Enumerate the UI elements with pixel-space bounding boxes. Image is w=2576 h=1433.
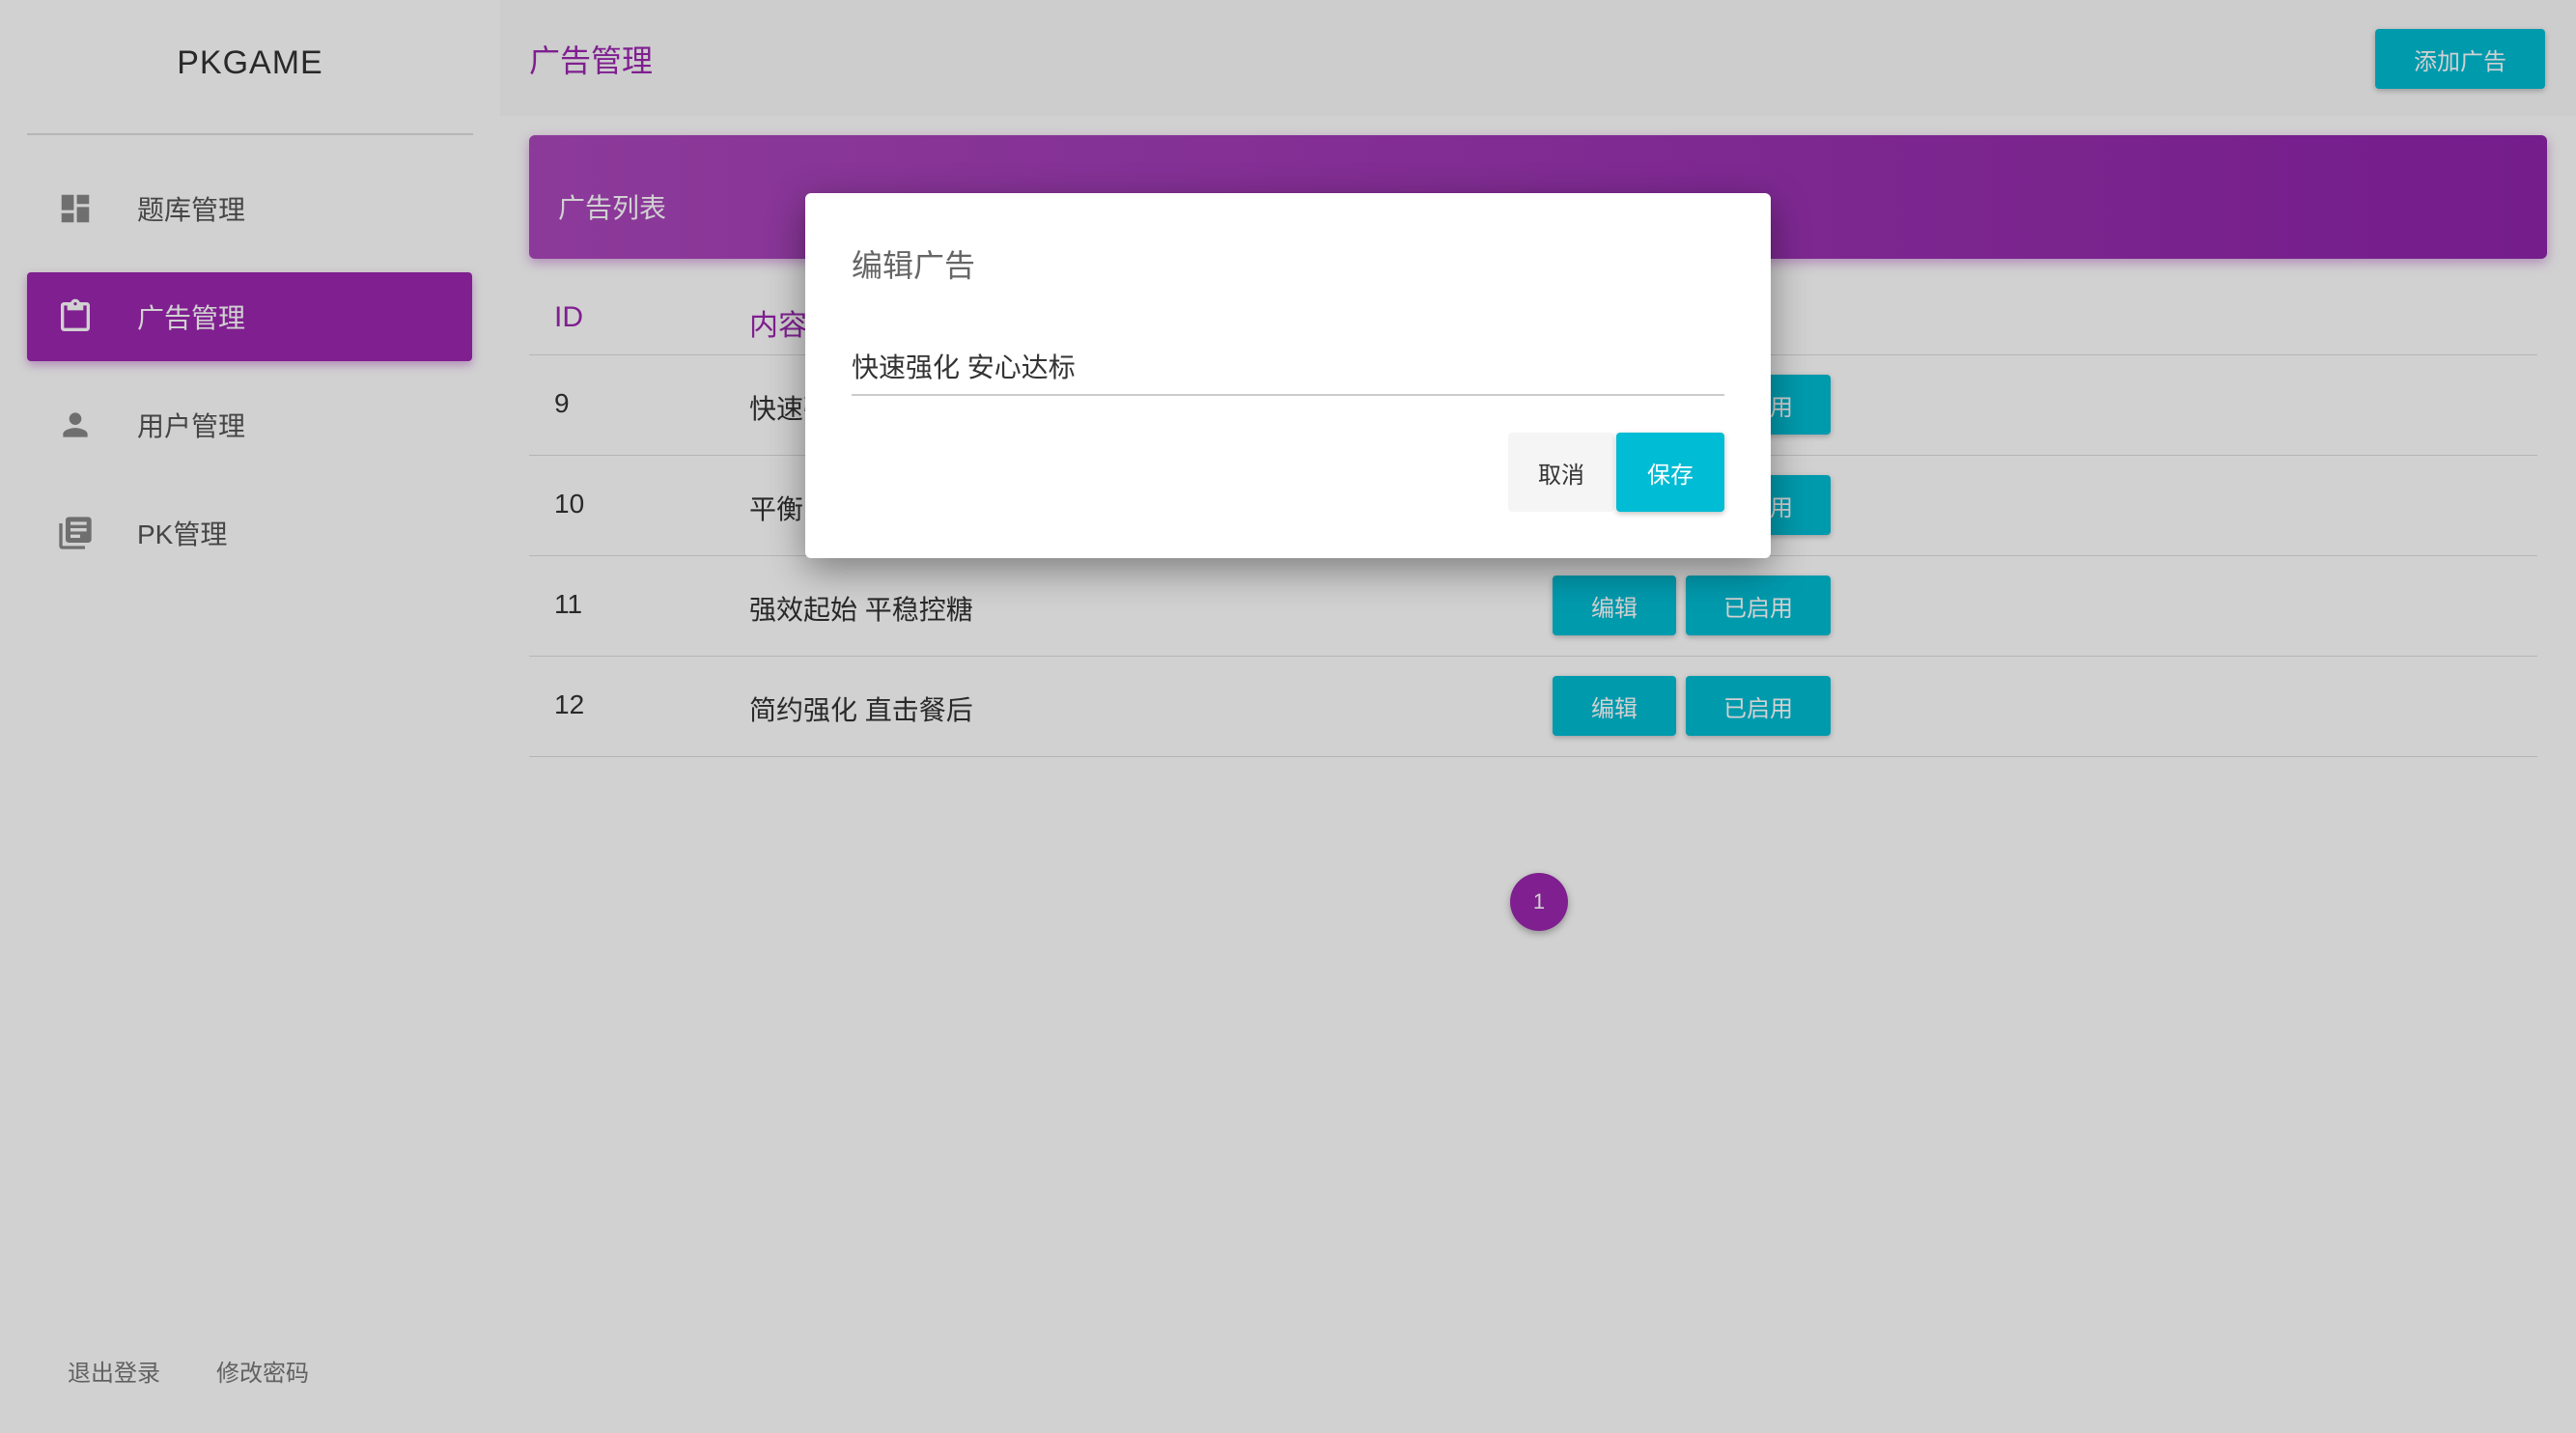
ad-content-input[interactable] [852, 338, 1724, 396]
save-button[interactable]: 保存 [1616, 433, 1724, 512]
edit-ad-dialog: 编辑广告 取消 保存 [805, 193, 1771, 558]
dialog-title: 编辑广告 [852, 248, 976, 283]
cancel-button[interactable]: 取消 [1508, 433, 1614, 512]
